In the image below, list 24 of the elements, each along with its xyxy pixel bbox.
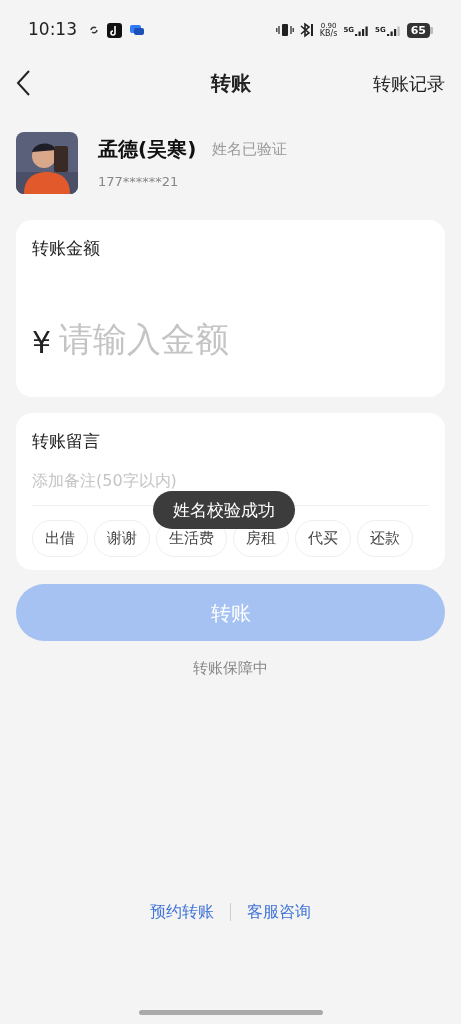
vibrate-icon	[275, 23, 294, 37]
footer-link[interactable]: 预约转账	[150, 900, 214, 924]
battery-indicator: 65	[406, 22, 430, 38]
sync-icon	[89, 25, 99, 35]
status-time: 10:13	[28, 18, 77, 42]
phone-number: 177******21	[98, 173, 180, 192]
network-unit: KB/s	[319, 30, 338, 38]
guarantee-text: 转账保障中	[193, 658, 268, 679]
transfer-history-link[interactable]: 转账记录	[373, 69, 445, 97]
signal-icon	[386, 24, 401, 36]
back-icon	[16, 70, 30, 96]
signal-icon	[355, 24, 370, 36]
amount-field[interactable]: 请输入金额	[59, 313, 400, 365]
currency-symbol: ¥	[32, 323, 52, 362]
bluetooth-icon	[299, 22, 314, 38]
name-check-toast: 姓名校验成功	[153, 491, 295, 529]
payee-name: 孟德(吴寒)	[98, 136, 197, 164]
chat-app-icon	[130, 24, 144, 36]
verified-label: 姓名已验证	[212, 139, 288, 160]
footer-link[interactable]: 客服咨询	[247, 900, 311, 924]
card-label: 转账留言	[32, 430, 101, 453]
card-label: 转账金额	[32, 237, 101, 260]
app-icon	[107, 22, 122, 38]
page-title: 转账	[210, 70, 251, 97]
